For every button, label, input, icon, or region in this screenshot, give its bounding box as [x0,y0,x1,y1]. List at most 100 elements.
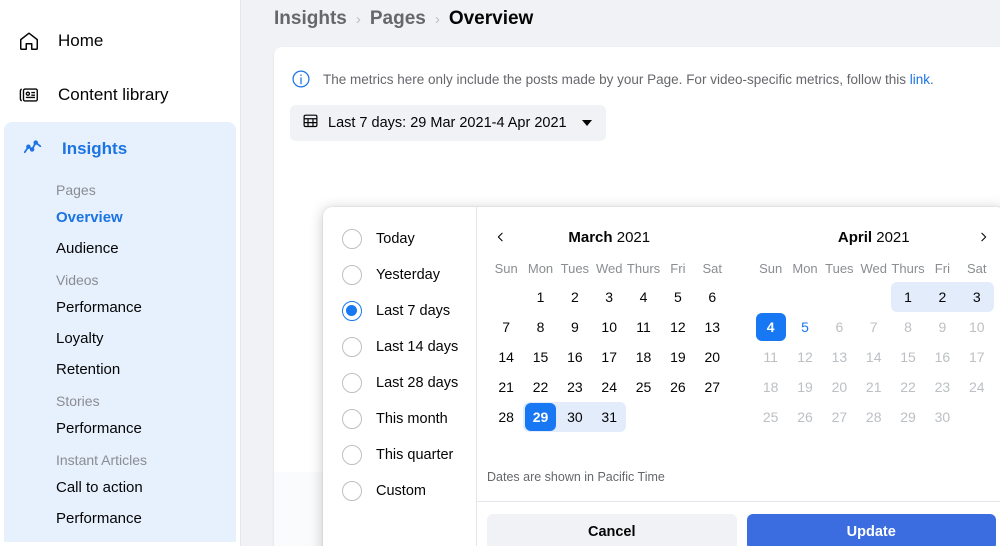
calendar-day[interactable]: 5 [661,282,695,312]
calendar-day[interactable]: 28 [857,402,891,432]
calendar-day[interactable]: 17 [592,342,626,372]
calendar-day[interactable]: 22 [523,372,557,402]
radio-icon[interactable] [342,409,362,429]
calendar-day[interactable]: 11 [626,312,660,342]
calendar-day[interactable]: 7 [857,312,891,342]
calendar-day[interactable]: 16 [558,342,592,372]
preset-option-this-month[interactable]: This month [323,401,476,437]
calendar-day[interactable]: 23 [925,372,959,402]
calendar-day[interactable]: 8 [891,312,925,342]
sidebar-item-overview[interactable]: Overview [4,202,236,233]
calendar-day[interactable]: 30 [925,402,959,432]
calendar-day[interactable]: 9 [925,312,959,342]
sidebar-item-stories-performance[interactable]: Performance [4,413,236,444]
calendar-day[interactable]: 2 [925,282,960,312]
prev-month-button[interactable] [489,226,511,248]
radio-icon[interactable] [342,481,362,501]
calendar-day[interactable]: 21 [857,372,891,402]
calendar-day[interactable]: 13 [822,342,856,372]
sidebar-item-content-library[interactable]: Content library [0,68,240,122]
calendar-day[interactable]: 25 [754,402,788,432]
date-range-button[interactable]: Last 7 days: 29 Mar 2021-4 Apr 2021 [290,105,606,141]
calendar-day[interactable]: 1 [523,282,557,312]
preset-option-custom[interactable]: Custom [323,473,476,509]
cancel-button[interactable]: Cancel [487,514,737,546]
preset-option-last-14-days[interactable]: Last 14 days [323,329,476,365]
calendar-day[interactable]: 27 [695,372,729,402]
sidebar-item-audience[interactable]: Audience [4,233,236,264]
calendar-day[interactable]: 30 [557,402,593,432]
calendar-day[interactable]: 31 [592,402,627,432]
calendar-header: April 2021 [754,221,995,253]
calendar-day[interactable]: 15 [891,342,925,372]
preset-option-last-28-days[interactable]: Last 28 days [323,365,476,401]
calendar-day[interactable]: 1 [890,282,926,312]
calendar-day[interactable]: 17 [960,342,994,372]
video-metrics-link[interactable]: link [910,72,930,87]
calendar-day[interactable]: 3 [592,282,626,312]
calendar-day[interactable]: 19 [661,342,695,372]
calendar-day[interactable]: 27 [822,402,856,432]
calendar-day[interactable]: 4 [626,282,660,312]
radio-icon-selected[interactable] [342,301,362,321]
calendar-day[interactable]: 4 [754,312,788,342]
calendar-day[interactable]: 10 [592,312,626,342]
sidebar-item-videos-performance[interactable]: Performance [4,292,236,323]
update-button[interactable]: Update [746,514,996,546]
calendar-day[interactable]: 16 [925,342,959,372]
radio-icon[interactable] [342,337,362,357]
calendar-day[interactable]: 9 [558,312,592,342]
sidebar-item-insights[interactable]: Insights [4,122,236,176]
radio-icon[interactable] [342,265,362,285]
sidebar-item-instant-articles-performance[interactable]: Performance [4,503,236,534]
calendar-day[interactable]: 2 [558,282,592,312]
next-month-button[interactable] [972,226,994,248]
breadcrumb-item-insights[interactable]: Insights [274,8,347,30]
calendar-day[interactable]: 18 [754,372,788,402]
radio-icon[interactable] [342,373,362,393]
preset-label: Last 7 days [376,303,451,319]
calendar-day[interactable]: 20 [695,342,729,372]
calendar-day[interactable]: 15 [523,342,557,372]
radio-icon[interactable] [342,445,362,465]
calendar-day[interactable]: 20 [822,372,856,402]
breadcrumb-item-pages[interactable]: Pages [370,8,426,30]
calendar-day[interactable]: 26 [788,402,822,432]
calendar-day[interactable]: 24 [592,372,626,402]
sidebar-item-videos-loyalty[interactable]: Loyalty [4,323,236,354]
calendar-day[interactable]: 19 [788,372,822,402]
calendar-day-number: 31 [601,409,617,425]
preset-option-today[interactable]: Today [323,221,476,257]
preset-option-this-quarter[interactable]: This quarter [323,437,476,473]
radio-icon[interactable] [342,229,362,249]
calendar-day[interactable]: 5 [788,312,822,342]
calendar-day[interactable]: 21 [489,372,523,402]
sidebar-item-call-to-action[interactable]: Call to action [4,472,236,503]
sidebar-item-videos-retention[interactable]: Retention [4,354,236,385]
calendar-day[interactable]: 8 [523,312,557,342]
weekday-label: Fri [670,261,686,276]
calendar-day[interactable]: 7 [489,312,523,342]
calendar-day[interactable]: 11 [754,342,788,372]
calendar-day[interactable]: 29 [523,402,558,432]
calendar-day[interactable]: 6 [695,282,729,312]
calendar-day[interactable]: 23 [558,372,592,402]
sidebar-item-home[interactable]: Home [0,14,240,68]
calendar-day[interactable]: 14 [857,342,891,372]
calendar-day[interactable]: 13 [695,312,729,342]
calendar-day[interactable]: 18 [626,342,660,372]
calendar-day[interactable]: 28 [489,402,523,432]
preset-option-yesterday[interactable]: Yesterday [323,257,476,293]
calendar-day[interactable]: 24 [960,372,994,402]
calendar-day[interactable]: 3 [959,282,994,312]
calendar-day[interactable]: 12 [661,312,695,342]
calendar-day[interactable]: 6 [822,312,856,342]
calendar-day[interactable]: 25 [626,372,660,402]
calendar-day[interactable]: 12 [788,342,822,372]
preset-option-last-7-days[interactable]: Last 7 days [323,293,476,329]
calendar-day[interactable]: 22 [891,372,925,402]
calendar-day[interactable]: 10 [960,312,994,342]
calendar-day[interactable]: 26 [661,372,695,402]
calendar-day[interactable]: 29 [891,402,925,432]
calendar-day[interactable]: 14 [489,342,523,372]
